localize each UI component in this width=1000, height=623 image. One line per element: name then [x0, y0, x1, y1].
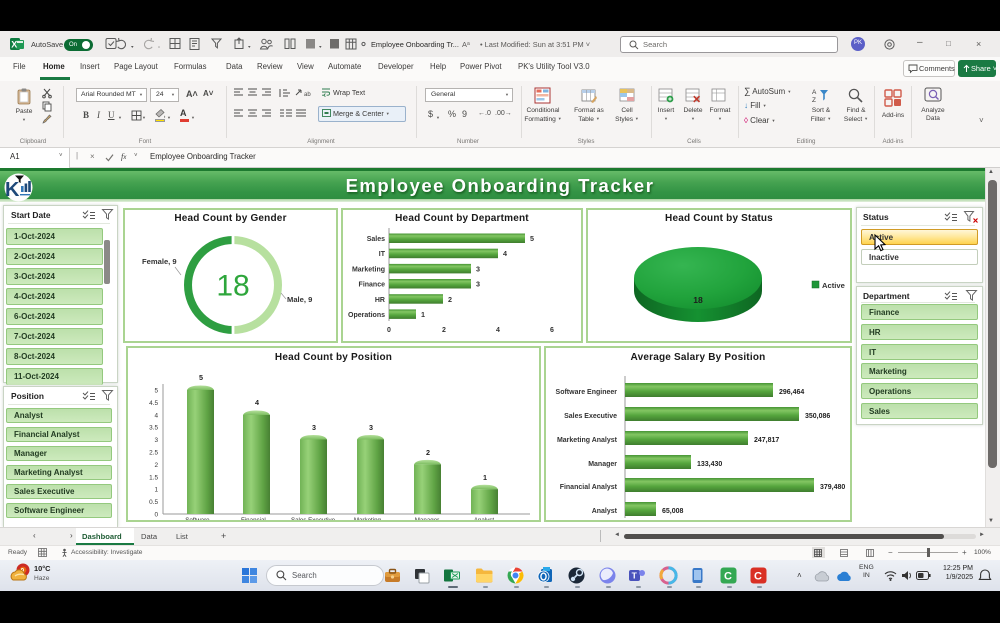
svg-text:X: X: [11, 40, 17, 50]
svg-text:133,430: 133,430: [697, 461, 722, 468]
svg-text:Software...: Software...: [185, 517, 215, 520]
svg-text:5: 5: [199, 373, 203, 382]
svg-text:3: 3: [476, 280, 480, 289]
svg-text:65,008: 65,008: [662, 508, 684, 515]
svg-text:Sales Executive: Sales Executive: [291, 517, 336, 520]
svg-text:1: 1: [154, 487, 158, 494]
svg-text:1.5: 1.5: [149, 474, 158, 481]
svg-text:18: 18: [693, 295, 703, 305]
svg-text:5: 5: [154, 388, 158, 395]
svg-text:Female, 9: Female, 9: [142, 257, 177, 266]
svg-text:Analyst: Analyst: [592, 508, 618, 515]
svg-text:4: 4: [154, 412, 158, 419]
svg-text:Active: Active: [822, 281, 845, 290]
svg-text:A: A: [812, 89, 817, 96]
svg-text:3.5: 3.5: [149, 425, 158, 432]
svg-text:ab: ab: [304, 92, 311, 98]
svg-text:4: 4: [496, 327, 500, 334]
svg-text:0: 0: [154, 512, 158, 519]
svg-text:2.5: 2.5: [149, 450, 158, 457]
svg-text:350,086: 350,086: [805, 413, 830, 420]
svg-text:6: 6: [550, 327, 554, 334]
svg-text:296,464: 296,464: [779, 389, 804, 396]
svg-text:2: 2: [442, 327, 446, 334]
svg-text:Financial Analyst: Financial Analyst: [560, 484, 618, 491]
svg-text:1: 1: [483, 473, 487, 482]
svg-text:Marketing: Marketing: [352, 267, 385, 274]
svg-text:379,480: 379,480: [820, 484, 845, 491]
svg-text:C: C: [754, 571, 762, 583]
svg-text:Operations: Operations: [348, 312, 385, 319]
svg-text:4: 4: [255, 398, 259, 407]
svg-text:3: 3: [369, 423, 373, 432]
svg-text:Analyst: Analyst: [474, 517, 495, 520]
svg-text:18: 18: [216, 270, 249, 303]
svg-text:HR: HR: [375, 297, 385, 304]
svg-text:247,817: 247,817: [754, 437, 779, 444]
svg-text:Sales Executive: Sales Executive: [564, 413, 617, 420]
svg-text:3: 3: [154, 437, 158, 444]
svg-text:2: 2: [426, 448, 430, 457]
svg-text:0.5: 0.5: [149, 499, 158, 506]
svg-text:C: C: [724, 571, 732, 583]
svg-text:Financial...: Financial...: [241, 517, 271, 520]
svg-text:Manager: Manager: [415, 517, 439, 520]
svg-text:Manager: Manager: [588, 461, 617, 468]
svg-text:Software Engineer: Software Engineer: [556, 389, 618, 396]
svg-text:3: 3: [312, 423, 316, 432]
svg-text:5: 5: [530, 234, 534, 243]
svg-text:T: T: [632, 571, 638, 581]
svg-text:2: 2: [154, 462, 158, 469]
svg-text:4: 4: [503, 249, 507, 258]
svg-text:2: 2: [448, 295, 452, 304]
svg-text:Z: Z: [812, 97, 816, 104]
svg-text:Sales: Sales: [367, 236, 385, 243]
svg-text:Male, 9: Male, 9: [287, 295, 312, 304]
svg-text:Finance: Finance: [359, 282, 386, 289]
svg-text:IT: IT: [379, 251, 386, 258]
svg-text:Marketing Analyst: Marketing Analyst: [557, 437, 618, 444]
svg-text:3: 3: [476, 265, 480, 274]
svg-text:Marketing...: Marketing...: [354, 517, 387, 520]
svg-text:1: 1: [421, 310, 425, 319]
svg-text:0: 0: [387, 327, 391, 334]
svg-text:4.5: 4.5: [149, 400, 158, 407]
